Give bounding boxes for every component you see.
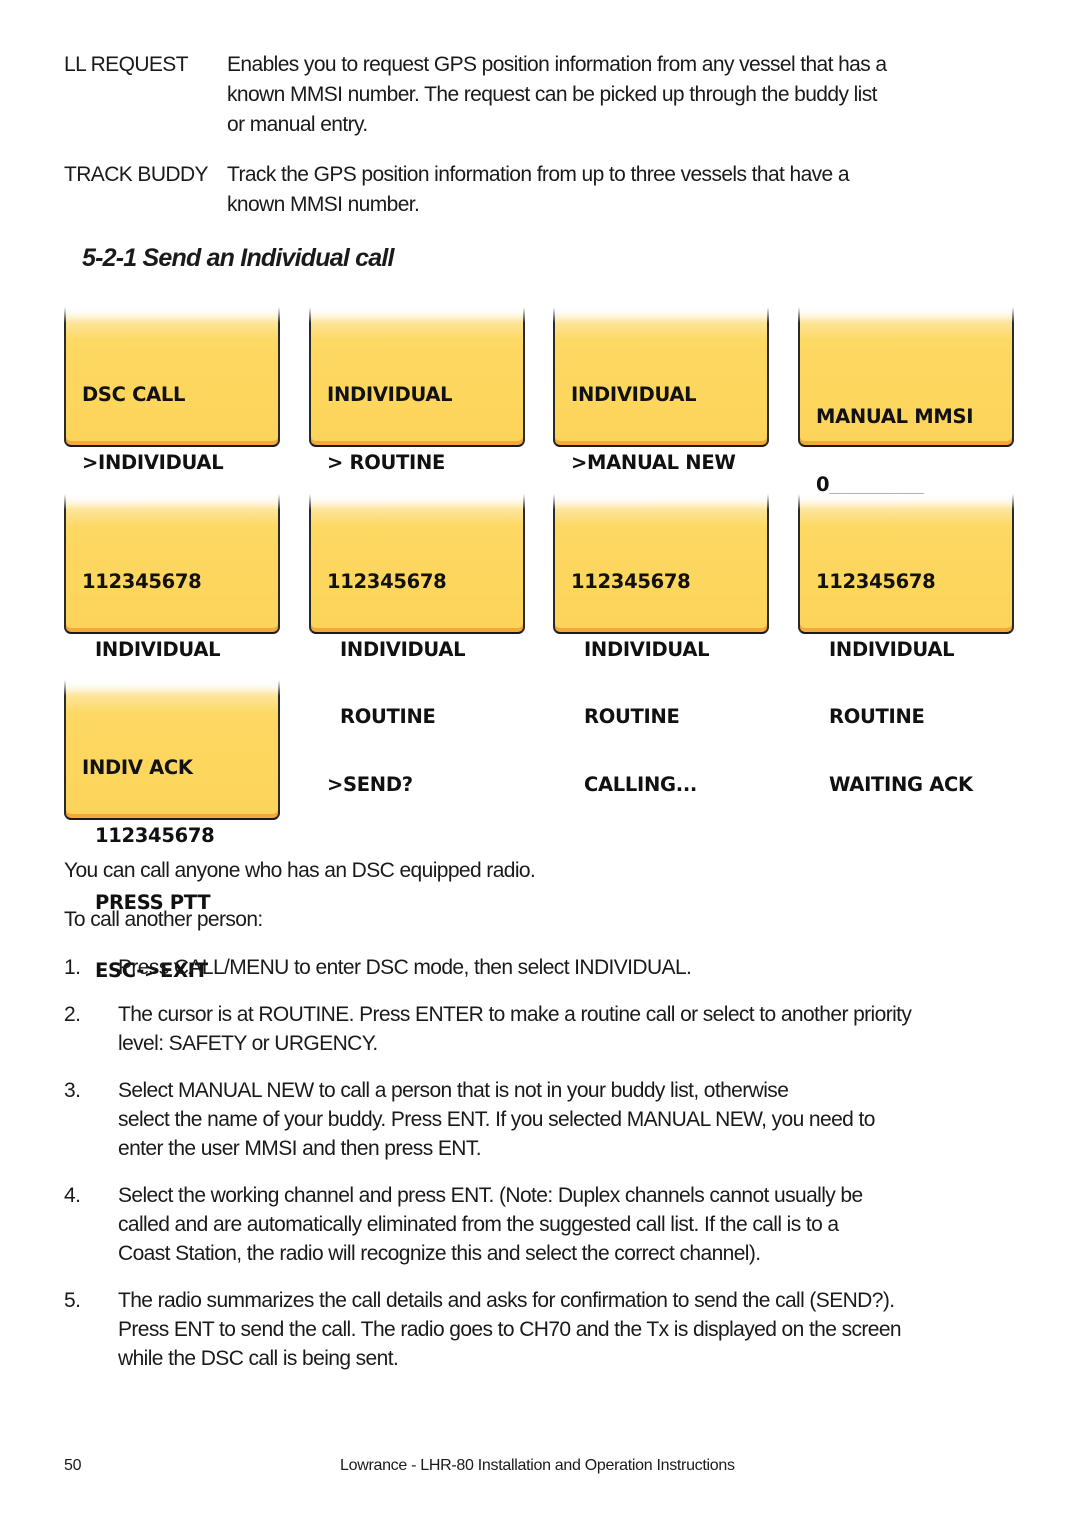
lcd-line: ROUTINE [571, 705, 680, 728]
lcd-screen-indiv-ack: INDIV ACK 112345678 PRESS PTT ESC->EXIT [64, 680, 280, 981]
definition-description: Track the GPS position information from … [227, 163, 850, 216]
lcd-line: INDIVIDUAL [82, 637, 221, 661]
lcd-line: 112345678 [816, 570, 936, 593]
lcd-line: MANUAL MMSI [816, 405, 974, 428]
lcd-line: 112345678 [571, 570, 691, 593]
step-item: 4. Select the working channel and press … [64, 1181, 1024, 1268]
lead-paragraph: To call another person: [64, 908, 263, 931]
lcd-screen-buddy-select: INDIVIDUAL >MANUAL NEW SEA ROSE MERMAID [553, 307, 769, 608]
lcd-line: ROUTINE [816, 705, 925, 728]
lcd-line: INDIVIDUAL [327, 383, 453, 406]
step-text: Select the working channel and press ENT… [118, 1184, 863, 1265]
lcd-line: INDIVIDUAL [327, 637, 466, 661]
definition-term: TRACK BUDDY [64, 163, 209, 186]
lcd-screen-dsc-call: DSC CALL >INDIVIDUAL LAST CALL GROUP [64, 307, 280, 608]
step-text: The cursor is at ROUTINE. Press ENTER to… [118, 1003, 912, 1055]
step-item: 2. The cursor is at ROUTINE. Press ENTER… [64, 1000, 1024, 1058]
lcd-screen-send: 112345678 INDIVIDUAL ROUTINE >SEND? [309, 494, 525, 795]
lcd-line: INDIVIDUAL [816, 637, 955, 661]
lcd-line: DSC CALL [82, 383, 186, 406]
lcd-line: >INDIVIDUAL [82, 450, 224, 474]
steps-list: 1. Press CALL/MENU to enter DSC mode, th… [64, 953, 1024, 1391]
step-number: 4. [64, 1184, 81, 1207]
definition-description: Enables you to request GPS position info… [227, 53, 887, 136]
lcd-line: CALLING... [571, 772, 698, 796]
intro-paragraph: You can call anyone who has an DSC equip… [64, 859, 536, 882]
step-number: 5. [64, 1289, 81, 1312]
step-text: Select MANUAL NEW to call a person that … [118, 1079, 875, 1160]
lcd-line: 112345678 [82, 570, 202, 593]
step-text: The radio summarizes the call details an… [118, 1289, 902, 1370]
lcd-line: INDIVIDUAL [571, 383, 697, 406]
lcd-line: ROUTINE [327, 705, 436, 728]
lcd-line: 112345678 [327, 570, 447, 593]
lcd-line: 112345678 [82, 823, 215, 847]
step-text: Press CALL/MENU to enter DSC mode, then … [118, 956, 692, 979]
lcd-line: INDIV ACK [82, 756, 193, 779]
step-number: 1. [64, 956, 81, 979]
step-item: 3. Select MANUAL NEW to call a person th… [64, 1076, 1024, 1163]
lcd-screen-priority: INDIVIDUAL > ROUTINE SAFETY URGENCY [309, 307, 525, 608]
lcd-line: >MANUAL NEW [571, 450, 736, 474]
lcd-line: > ROUTINE [327, 450, 446, 474]
document-title: Lowrance - LHR-80 Installation and Opera… [340, 1457, 735, 1474]
step-number: 2. [64, 1003, 81, 1026]
step-item: 1. Press CALL/MENU to enter DSC mode, th… [64, 953, 1024, 982]
page-number: 50 [64, 1457, 82, 1474]
step-item: 5. The radio summarizes the call details… [64, 1286, 1024, 1373]
section-title: 5-2-1 Send an Individual call [82, 244, 394, 272]
lcd-mmsi-entry: 0__________ [816, 472, 924, 496]
definition-term: LL REQUEST [64, 53, 189, 76]
lcd-line: INDIVIDUAL [571, 637, 710, 661]
lcd-screen-calling: 112345678 INDIVIDUAL ROUTINE CALLING... [553, 494, 769, 795]
lcd-screen-waiting-ack: 112345678 INDIVIDUAL ROUTINE WAITING ACK [798, 494, 1014, 795]
lcd-screen-manual-mmsi: MANUAL MMSI 0__________ [798, 307, 1014, 495]
lcd-line: WAITING ACK [816, 772, 973, 796]
step-number: 3. [64, 1079, 81, 1102]
lcd-line: >SEND? [327, 772, 413, 796]
lcd-screen-set-channel: 112345678 INDIVIDUAL ROUTINE >SET CHANNE… [64, 494, 280, 795]
